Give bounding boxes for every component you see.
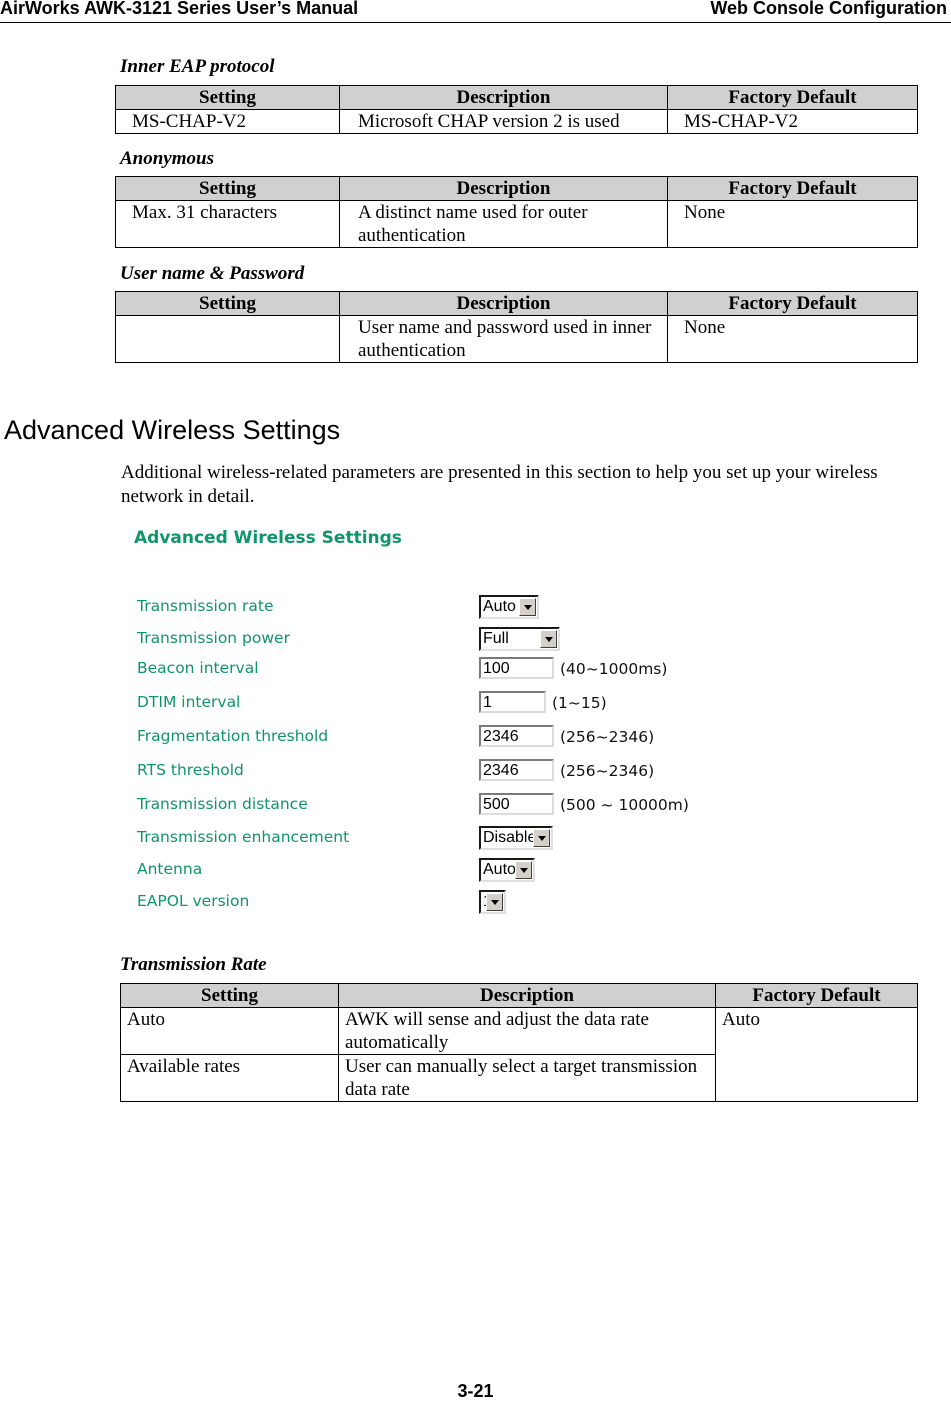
table-header-row: Setting Description Factory Default [115,85,918,110]
column-header-default: Factory Default [667,176,918,201]
field-hint: (256~2346) [560,762,655,780]
cell-default: Auto [715,1007,918,1102]
field-fragmentation-threshold: Fragmentation threshold 2346 (256~2346) [137,725,737,751]
field-rts-threshold: RTS threshold 2346 (256~2346) [137,759,737,785]
table-row: MS-CHAP-V2 Microsoft CHAP version 2 is u… [115,109,918,134]
cell-description: A distinct name used for outer authentic… [339,200,668,248]
cell-default: MS-CHAP-V2 [667,109,918,134]
field-transmission-distance: Transmission distance 500 (500 ~ 10000m) [137,793,737,819]
cell-setting: Max. 31 characters [115,200,340,248]
page-header: AirWorks AWK-3121 Series User’s Manual W… [0,0,951,23]
section-heading: Advanced Wireless Settings [4,415,341,445]
select-value: Auto [483,861,516,878]
chevron-down-icon[interactable] [533,829,550,847]
table-caption-anonymous: Anonymous [120,148,214,169]
inner-eap-table: Setting Description Factory Default MS-C… [115,85,918,134]
section-paragraph: Additional wireless-related parameters a… [121,462,878,507]
field-label: Antenna [137,860,203,878]
user-password-table: Setting Description Factory Default User… [115,291,918,363]
column-header-description: Description [339,85,668,110]
field-transmission-rate: Transmission rate Auto [137,595,737,621]
field-dtim-interval: DTIM interval 1 (1~15) [137,691,737,717]
fragmentation-threshold-input[interactable]: 2346 [479,725,554,747]
select-value: Auto [483,598,516,615]
cell-setting [115,315,340,363]
column-header-description: Description [339,176,668,201]
column-header-setting: Setting [115,85,340,110]
beacon-interval-input[interactable]: 100 [479,657,554,679]
table-row: Max. 31 characters A distinct name used … [115,200,918,248]
cell-setting: Available rates [120,1054,339,1102]
advanced-wireless-settings-screenshot: Advanced Wireless Settings Transmission … [120,520,740,930]
field-label: Transmission distance [137,795,308,813]
cell-description: Microsoft CHAP version 2 is used [339,109,668,134]
cell-default: None [667,200,918,248]
field-antenna: Antenna Auto [137,858,737,884]
field-label: Transmission enhancement [137,828,350,846]
field-label: EAPOL version [137,892,250,910]
table-caption-inner-eap: Inner EAP protocol [120,56,275,77]
column-header-setting: Setting [120,983,339,1008]
chevron-down-icon[interactable] [486,893,503,911]
table-row: User name and password used in inner aut… [115,315,918,363]
transmission-power-select[interactable]: Full [479,627,560,651]
rts-threshold-input[interactable]: 2346 [479,759,554,781]
eapol-version-select[interactable]: 1 [479,890,506,914]
column-header-default: Factory Default [667,291,918,316]
field-eapol-version: EAPOL version 1 [137,890,737,916]
select-value: Disable [483,829,537,846]
field-label: DTIM interval [137,693,241,711]
cell-description: User can manually select a target transm… [338,1054,716,1102]
table-header-row: Setting Description Factory Default [115,176,918,201]
field-hint: (500 ~ 10000m) [560,796,689,814]
field-label: Fragmentation threshold [137,727,329,745]
page-number: 3-21 [457,1381,494,1401]
transmission-distance-input[interactable]: 500 [479,793,554,815]
transmission-rate-select[interactable]: Auto [479,595,539,619]
chapter-title: Web Console Configuration [710,0,947,18]
column-header-description: Description [338,983,716,1008]
anonymous-table: Setting Description Factory Default Max.… [115,176,918,248]
manual-title: AirWorks AWK-3121 Series User’s Manual [0,0,359,18]
field-hint: (40~1000ms) [560,660,668,678]
column-header-setting: Setting [115,176,340,201]
field-hint: (1~15) [552,694,607,712]
column-header-setting: Setting [115,291,340,316]
field-label: Transmission power [137,629,290,647]
screenshot-title: Advanced Wireless Settings [134,528,402,548]
field-hint: (256~2346) [560,728,655,746]
antenna-select[interactable]: Auto [479,858,535,882]
table-header-row: Setting Description Factory Default [115,291,918,316]
column-header-default: Factory Default [667,85,918,110]
dtim-interval-input[interactable]: 1 [479,691,546,713]
transmission-enhancement-select[interactable]: Disable [479,826,553,850]
column-header-description: Description [339,291,668,316]
cell-description: AWK will sense and adjust the data rate … [338,1007,716,1055]
field-beacon-interval: Beacon interval 100 (40~1000ms) [137,657,737,683]
field-transmission-power: Transmission power Full [137,627,737,653]
table-header-row: Setting Description Factory Default [120,983,918,1008]
chevron-down-icon[interactable] [540,630,557,648]
chevron-down-icon[interactable] [515,861,532,879]
cell-setting: Auto [120,1007,339,1055]
field-label: Transmission rate [137,597,274,615]
field-label: RTS threshold [137,761,244,779]
transmission-rate-table: Setting Description Factory Default Auto… [120,983,918,1102]
cell-description: User name and password used in inner aut… [339,315,668,363]
field-transmission-enhancement: Transmission enhancement Disable [137,826,737,852]
select-value: Full [483,630,509,647]
cell-setting: MS-CHAP-V2 [115,109,340,134]
table-caption-user-password: User name & Password [120,263,305,284]
table-row: Auto AWK will sense and adjust the data … [120,1007,918,1102]
column-header-default: Factory Default [715,983,918,1008]
field-label: Beacon interval [137,659,259,677]
chevron-down-icon[interactable] [519,598,536,616]
cell-default: None [667,315,918,363]
table-caption-transmission-rate: Transmission Rate [120,954,267,975]
